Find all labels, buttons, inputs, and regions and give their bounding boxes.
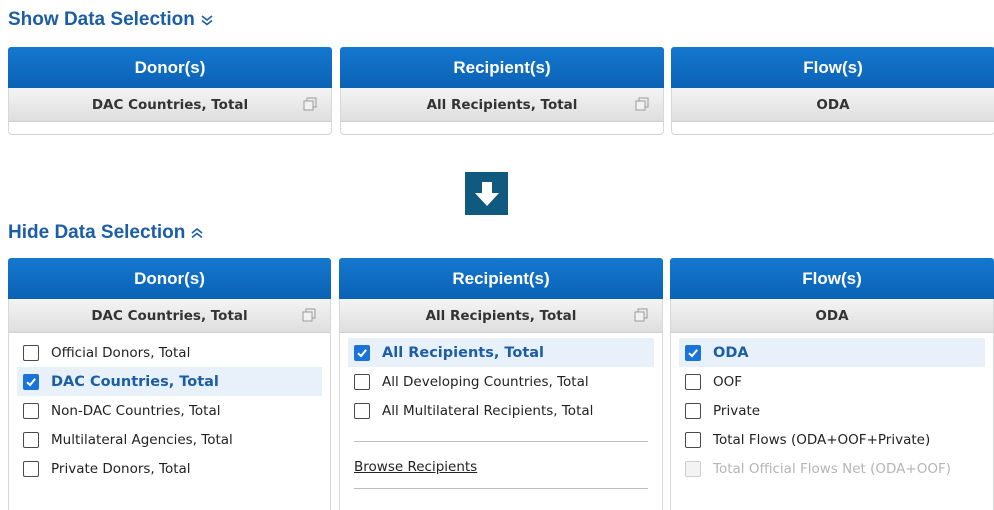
recipient-option-all-recipients[interactable]: All Recipients, Total: [348, 338, 654, 367]
option-label: All Recipients, Total: [382, 344, 545, 361]
flow-panel-collapsed: Flow(s) ODA: [671, 47, 994, 135]
donor-panel-header[interactable]: Donor(s): [8, 258, 331, 299]
donor-selection-summary[interactable]: DAC Countries, Total: [8, 299, 331, 333]
option-label: Non-DAC Countries, Total: [51, 402, 221, 419]
option-label: Private: [713, 402, 761, 419]
checkmark-icon: [357, 348, 367, 357]
flow-option-oof[interactable]: OOF: [679, 367, 985, 396]
recipient-option-all-multilateral-recipients[interactable]: All Multilateral Recipients, Total: [348, 396, 654, 425]
checkbox[interactable]: [23, 460, 39, 477]
donor-option-private-donors[interactable]: Private Donors, Total: [17, 454, 322, 483]
option-label: Multilateral Agencies, Total: [51, 431, 233, 448]
donor-selection-value: DAC Countries, Total: [91, 307, 248, 324]
recipient-selection-value: All Recipients, Total: [425, 307, 577, 324]
hide-data-selection-label: Hide Data Selection: [8, 222, 186, 243]
recipient-option-all-developing-countries[interactable]: All Developing Countries, Total: [348, 367, 654, 396]
flow-option-total-flows[interactable]: Total Flows (ODA+OOF+Private): [679, 425, 985, 454]
double-chevron-up-icon: [190, 226, 204, 240]
checkbox-checked[interactable]: [685, 344, 701, 361]
recipient-selection-summary[interactable]: All Recipients, Total: [339, 299, 663, 333]
donor-selection-summary[interactable]: DAC Countries, Total: [8, 88, 332, 122]
option-label: All Multilateral Recipients, Total: [382, 402, 594, 419]
recipient-options-list: All Recipients, Total All Developing Cou…: [339, 333, 663, 510]
option-label: ODA: [713, 344, 749, 361]
copy-icon[interactable]: [303, 97, 317, 111]
copy-icon[interactable]: [635, 97, 649, 111]
option-label: Official Donors, Total: [51, 344, 191, 361]
flow-options-list: ODA OOF Private Total Flows (ODA+OOF+Pri…: [670, 333, 994, 510]
donor-option-dac-countries[interactable]: DAC Countries, Total: [17, 367, 322, 396]
arrow-down-icon: [465, 172, 508, 215]
donor-option-official-donors[interactable]: Official Donors, Total: [17, 338, 322, 367]
checkmark-icon: [688, 348, 698, 357]
option-label: OOF: [713, 373, 743, 390]
flow-option-private[interactable]: Private: [679, 396, 985, 425]
checkbox[interactable]: [685, 373, 701, 390]
flow-selection-value: ODA: [816, 96, 850, 113]
donor-panel-header[interactable]: Donor(s): [8, 47, 332, 88]
recipient-selection-summary[interactable]: All Recipients, Total: [340, 88, 664, 122]
show-data-selection-toggle[interactable]: Show Data Selection: [8, 9, 214, 31]
donor-option-non-dac-countries[interactable]: Non-DAC Countries, Total: [17, 396, 322, 425]
donor-panel-collapsed: Donor(s) DAC Countries, Total: [8, 47, 332, 135]
double-chevron-down-icon: [200, 13, 214, 27]
hide-data-selection-toggle[interactable]: Hide Data Selection: [8, 222, 204, 244]
checkbox[interactable]: [354, 402, 370, 419]
browse-recipients-link[interactable]: Browse Recipients: [354, 459, 654, 475]
flow-option-oda[interactable]: ODA: [679, 338, 985, 367]
copy-icon[interactable]: [634, 308, 648, 322]
flow-selection-summary[interactable]: ODA: [670, 299, 994, 333]
flow-panel: Flow(s) ODA ODA OOF Private Total Flows …: [670, 258, 994, 510]
option-label: Total Flows (ODA+OOF+Private): [713, 431, 931, 448]
recipient-selection-value: All Recipients, Total: [426, 96, 578, 113]
divider: [354, 441, 648, 442]
flow-panel-header[interactable]: Flow(s): [671, 47, 994, 88]
option-label: DAC Countries, Total: [51, 373, 219, 390]
recipient-panel-collapsed: Recipient(s) All Recipients, Total: [340, 47, 664, 135]
recipient-panel: Recipient(s) All Recipients, Total All R…: [339, 258, 663, 510]
checkbox[interactable]: [23, 431, 39, 448]
option-label: All Developing Countries, Total: [382, 373, 589, 390]
donor-option-multilateral-agencies[interactable]: Multilateral Agencies, Total: [17, 425, 322, 454]
donor-selection-value: DAC Countries, Total: [91, 96, 249, 113]
donor-panel: Donor(s) DAC Countries, Total Official D…: [8, 258, 331, 510]
flow-selection-summary[interactable]: ODA: [671, 88, 994, 122]
donor-options-list: Official Donors, Total DAC Countries, To…: [8, 333, 331, 510]
checkbox-disabled: [685, 460, 701, 477]
checkmark-icon: [26, 377, 36, 386]
recipient-panel-header[interactable]: Recipient(s): [340, 47, 664, 88]
divider: [354, 488, 648, 489]
checkbox[interactable]: [354, 373, 370, 390]
checkbox[interactable]: [685, 431, 701, 448]
flow-selection-value: ODA: [815, 307, 849, 324]
option-label: Private Donors, Total: [51, 460, 191, 477]
checkbox-checked[interactable]: [354, 344, 370, 361]
flow-option-total-official-flows-net: Total Official Flows Net (ODA+OOF): [679, 454, 985, 483]
recipient-panel-header[interactable]: Recipient(s): [339, 258, 663, 299]
copy-icon[interactable]: [302, 308, 316, 322]
flow-panel-header[interactable]: Flow(s): [670, 258, 994, 299]
show-data-selection-label: Show Data Selection: [8, 9, 195, 30]
checkbox-checked[interactable]: [23, 373, 39, 390]
checkbox[interactable]: [23, 344, 39, 361]
checkbox[interactable]: [685, 402, 701, 419]
checkbox[interactable]: [23, 402, 39, 419]
option-label: Total Official Flows Net (ODA+OOF): [713, 460, 951, 477]
